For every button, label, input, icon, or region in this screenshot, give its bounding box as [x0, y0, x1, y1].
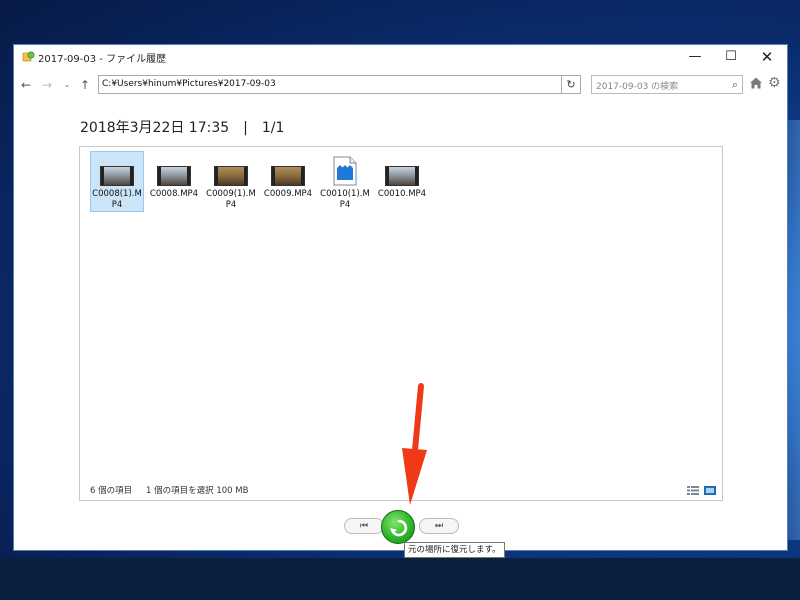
video-thumbnail-icon — [157, 166, 191, 186]
selection-info: 1 個の項目を選択 100 MB — [146, 486, 249, 496]
file-item[interactable]: C0010.MP4 — [375, 151, 429, 212]
file-name: C0008.MP4 — [149, 189, 199, 199]
file-name: C0010.MP4 — [377, 189, 427, 199]
restore-button[interactable] — [381, 510, 415, 544]
search-icon[interactable]: ⌕ — [732, 78, 738, 92]
next-version-button[interactable]: ⏭ — [419, 518, 459, 534]
taskbar — [0, 558, 800, 600]
search-input[interactable]: 2017-09-03 の検索 ⌕ — [591, 75, 743, 94]
backup-version-heading: 2018年3月22日 17:35 | 1/1 — [80, 120, 285, 136]
restore-tooltip: 元の場所に復元します。 — [404, 542, 505, 558]
back-button[interactable]: ← — [17, 74, 35, 96]
file-history-app-icon — [22, 51, 35, 62]
large-icons-view-icon[interactable] — [704, 486, 716, 495]
file-name: C0008(1).MP4 — [92, 189, 142, 210]
video-thumbnail-icon — [214, 166, 248, 186]
view-switcher — [687, 486, 716, 495]
details-view-icon[interactable] — [687, 486, 699, 495]
file-item[interactable]: C0008.MP4 — [147, 151, 201, 212]
window-title: 2017-09-03 - ファイル履歴 — [38, 54, 167, 65]
gear-icon[interactable]: ⚙ — [768, 76, 781, 90]
up-button[interactable]: ↑ — [76, 74, 94, 96]
title-bar: 2017-09-03 - ファイル履歴 — ☐ ✕ — [14, 45, 787, 69]
refresh-button[interactable]: ↻ — [561, 75, 581, 94]
file-item[interactable]: C0010(1).MP4 — [318, 151, 372, 212]
video-thumbnail-icon — [271, 166, 305, 186]
video-thumbnail-icon — [385, 166, 419, 186]
item-count: 6 個の項目 — [90, 486, 133, 496]
previous-version-button[interactable]: ⏮ — [344, 518, 384, 534]
file-list-pane: C0008(1).MP4 C0008.MP4 C0009(1).MP4 C000… — [79, 146, 723, 501]
restore-arrow-icon — [390, 519, 408, 537]
video-file-icon — [333, 156, 357, 186]
recent-locations-dropdown[interactable]: ⌄ — [58, 74, 76, 96]
file-name: C0009(1).MP4 — [206, 189, 256, 210]
maximize-button[interactable]: ☐ — [713, 45, 749, 69]
address-bar[interactable]: C:¥Users¥hinum¥Pictures¥2017-09-03 ⌄ — [98, 75, 579, 94]
file-item[interactable]: C0009.MP4 — [261, 151, 315, 212]
navigation-bar: ← → ⌄ ↑ C:¥Users¥hinum¥Pictures¥2017-09-… — [14, 74, 787, 96]
home-icon[interactable] — [749, 76, 763, 90]
close-button[interactable]: ✕ — [749, 45, 785, 69]
file-name: C0010(1).MP4 — [320, 189, 370, 210]
file-item[interactable]: C0009(1).MP4 — [204, 151, 258, 212]
address-path: C:¥Users¥hinum¥Pictures¥2017-09-03 — [102, 79, 276, 89]
video-thumbnail-icon — [100, 166, 134, 186]
file-history-window: 2017-09-03 - ファイル履歴 — ☐ ✕ ← → ⌄ ↑ C:¥Use… — [13, 44, 788, 558]
file-list: C0008(1).MP4 C0008.MP4 C0009(1).MP4 C000… — [90, 151, 432, 212]
file-name: C0009.MP4 — [263, 189, 313, 199]
file-item[interactable]: C0008(1).MP4 — [90, 151, 144, 212]
minimize-button[interactable]: — — [677, 45, 713, 69]
forward-button[interactable]: → — [38, 74, 56, 96]
search-placeholder: 2017-09-03 の検索 — [596, 82, 679, 92]
